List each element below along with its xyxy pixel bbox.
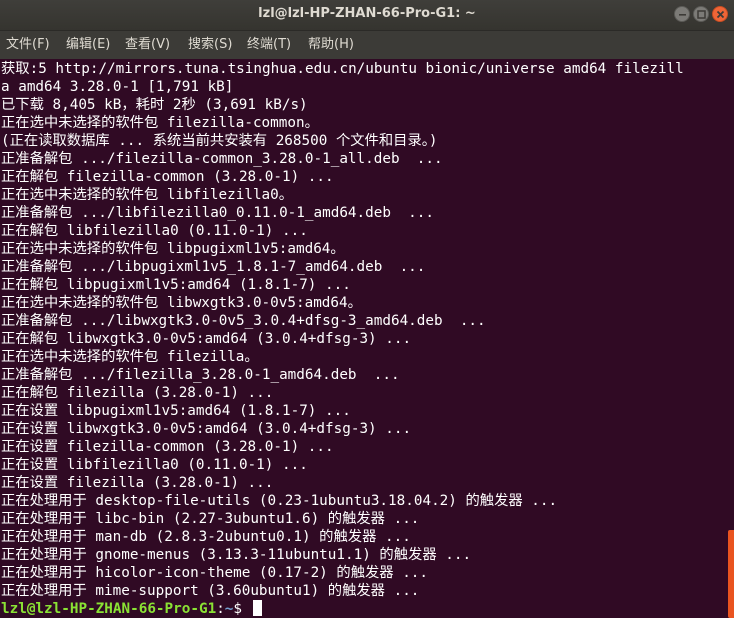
close-icon <box>716 10 725 19</box>
menu-edit[interactable]: 编辑(E) <box>66 31 110 59</box>
terminal-line: 正准备解包 .../libpugixml1v5_1.8.1-7_amd64.de… <box>1 259 426 275</box>
menu-help[interactable]: 帮助(H) <box>308 31 354 59</box>
minimize-button[interactable] <box>674 6 690 22</box>
menu-terminal[interactable]: 终端(T) <box>247 31 291 59</box>
maximize-button[interactable] <box>693 6 709 22</box>
terminal-line: 获取:5 http://mirrors.tuna.tsinghua.edu.cn… <box>1 61 684 77</box>
terminal-line: 正在选中未选择的软件包 filezilla-common。 <box>1 115 319 131</box>
terminal-line: 正在选中未选择的软件包 libwxgtk3.0-0v5:amd64。 <box>1 295 362 311</box>
terminal-line: 正准备解包 .../libwxgtk3.0-0v5_3.0.4+dfsg-3_a… <box>1 313 486 329</box>
prompt-separator: : <box>216 601 225 617</box>
menu-file[interactable]: 文件(F) <box>6 31 50 59</box>
terminal-line: 正在解包 libwxgtk3.0-0v5:amd64 (3.0.4+dfsg-3… <box>1 331 412 347</box>
terminal-window: lzl@lzl-HP-ZHAN-66-Pro-G1: ~ 文件(F) 编辑(E)… <box>0 0 734 618</box>
terminal-line: 正在处理用于 mime-support (3.60ubuntu1) 的触发器 .… <box>1 583 420 599</box>
terminal-line: 正在选中未选择的软件包 libfilezilla0。 <box>1 187 294 203</box>
terminal-line: 正在设置 filezilla (3.28.0-1) ... <box>1 475 274 491</box>
text-cursor <box>252 600 262 616</box>
terminal-line: 正在设置 libfilezilla0 (0.11.0-1) ... <box>1 457 308 473</box>
terminal-line: 正在处理用于 gnome-menus (3.13.3-11ubuntu1.1) … <box>1 547 472 563</box>
window-title: lzl@lzl-HP-ZHAN-66-Pro-G1: ~ <box>258 6 476 21</box>
terminal-line: 正在选中未选择的软件包 filezilla。 <box>1 349 259 365</box>
prompt-symbol: $ <box>233 601 251 617</box>
terminal-line: 正在处理用于 libc-bin (2.27-3ubuntu1.6) 的触发器 .… <box>1 511 420 527</box>
close-button[interactable] <box>712 6 728 22</box>
terminal-line: 正在设置 filezilla-common (3.28.0-1) ... <box>1 439 334 455</box>
title-bar[interactable]: lzl@lzl-HP-ZHAN-66-Pro-G1: ~ <box>0 0 734 31</box>
terminal-line: 正在设置 libpugixml1v5:amd64 (1.8.1-7) ... <box>1 403 351 419</box>
terminal-line: 正在设置 libwxgtk3.0-0v5:amd64 (3.0.4+dfsg-3… <box>1 421 412 437</box>
terminal-line: 正准备解包 .../libfilezilla0_0.11.0-1_amd64.d… <box>1 205 434 221</box>
menu-search[interactable]: 搜索(S) <box>188 31 232 59</box>
terminal-line: (正在读取数据库 ... 系统当前共安装有 268500 个文件和目录。) <box>1 133 438 149</box>
terminal-line: 正在解包 filezilla-common (3.28.0-1) ... <box>1 169 334 185</box>
terminal-line: a amd64 3.28.0-1 [1,791 kB] <box>1 79 234 95</box>
terminal-line: 正在解包 libpugixml1v5:amd64 (1.8.1-7) ... <box>1 277 351 293</box>
terminal-line: 正准备解包 .../filezilla-common_3.28.0-1_all.… <box>1 151 443 167</box>
scrollbar-thumb[interactable] <box>728 530 734 618</box>
terminal-output[interactable]: 获取:5 http://mirrors.tuna.tsinghua.edu.cn… <box>0 60 728 618</box>
menu-bar: 文件(F) 编辑(E) 查看(V) 搜索(S) 终端(T) 帮助(H) <box>0 31 734 59</box>
terminal-line: 正准备解包 .../filezilla_3.28.0-1_amd64.deb .… <box>1 367 400 383</box>
minimize-icon <box>679 14 686 16</box>
prompt-user-host: lzl@lzl-HP-ZHAN-66-Pro-G1 <box>1 601 217 617</box>
shell-prompt[interactable]: lzl@lzl-HP-ZHAN-66-Pro-G1:~$ <box>1 600 262 618</box>
terminal-line: 已下载 8,405 kB，耗时 2秒 (3,691 kB/s) <box>1 97 308 113</box>
terminal-line: 正在解包 filezilla (3.28.0-1) ... <box>1 385 274 401</box>
terminal-line: 正在处理用于 hicolor-icon-theme (0.17-2) 的触发器 … <box>1 565 429 581</box>
menu-view[interactable]: 查看(V) <box>125 31 170 59</box>
maximize-icon <box>697 10 706 19</box>
terminal-line: 正在解包 libfilezilla0 (0.11.0-1) ... <box>1 223 308 239</box>
terminal-line: 正在选中未选择的软件包 libpugixml1v5:amd64。 <box>1 241 345 257</box>
terminal-line: 正在处理用于 man-db (2.8.3-2ubuntu0.1) 的触发器 ..… <box>1 529 411 545</box>
terminal-line: 正在处理用于 desktop-file-utils (0.23-1ubuntu3… <box>1 493 558 509</box>
